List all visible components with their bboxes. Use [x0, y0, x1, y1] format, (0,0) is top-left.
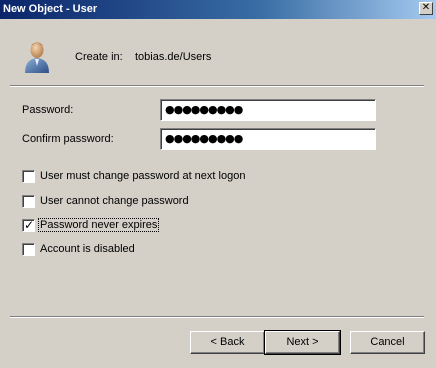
new-object-user-dialog: New Object - User ✕ Create in: tobias.de… [0, 0, 436, 368]
user-icon [25, 42, 49, 73]
close-button[interactable]: ✕ [419, 2, 433, 15]
cancel-button[interactable]: Cancel [350, 331, 425, 354]
checkbox-label: User must change password at next logon [40, 170, 246, 182]
title-bar[interactable]: New Object - User ✕ [0, 0, 436, 19]
checkbox[interactable] [22, 170, 35, 183]
checkbox-label: User cannot change password [40, 195, 189, 207]
close-icon: ✕ [421, 2, 431, 13]
confirm-password-field[interactable]: ●●●●●●●●● [160, 128, 376, 150]
password-field[interactable]: ●●●●●●●●● [160, 99, 376, 121]
confirm-password-label: Confirm password: [22, 133, 114, 145]
checkbox[interactable] [22, 195, 35, 208]
checkmark-icon: ✓ [24, 218, 35, 232]
checkbox[interactable]: ✓ [22, 218, 35, 232]
next-button[interactable]: Next > [264, 330, 341, 355]
password-label: Password: [22, 104, 74, 116]
back-button[interactable]: < Back [190, 331, 265, 354]
footer-separator [10, 316, 424, 318]
create-in-path: tobias.de/Users [135, 51, 212, 63]
checkbox-label: Account is disabled [40, 243, 135, 255]
window-title: New Object - User [3, 3, 98, 15]
create-in-label: Create in: [75, 51, 123, 63]
checkbox[interactable] [22, 243, 35, 256]
header-separator [10, 85, 424, 87]
checkbox-label: Password never expires [37, 218, 160, 232]
